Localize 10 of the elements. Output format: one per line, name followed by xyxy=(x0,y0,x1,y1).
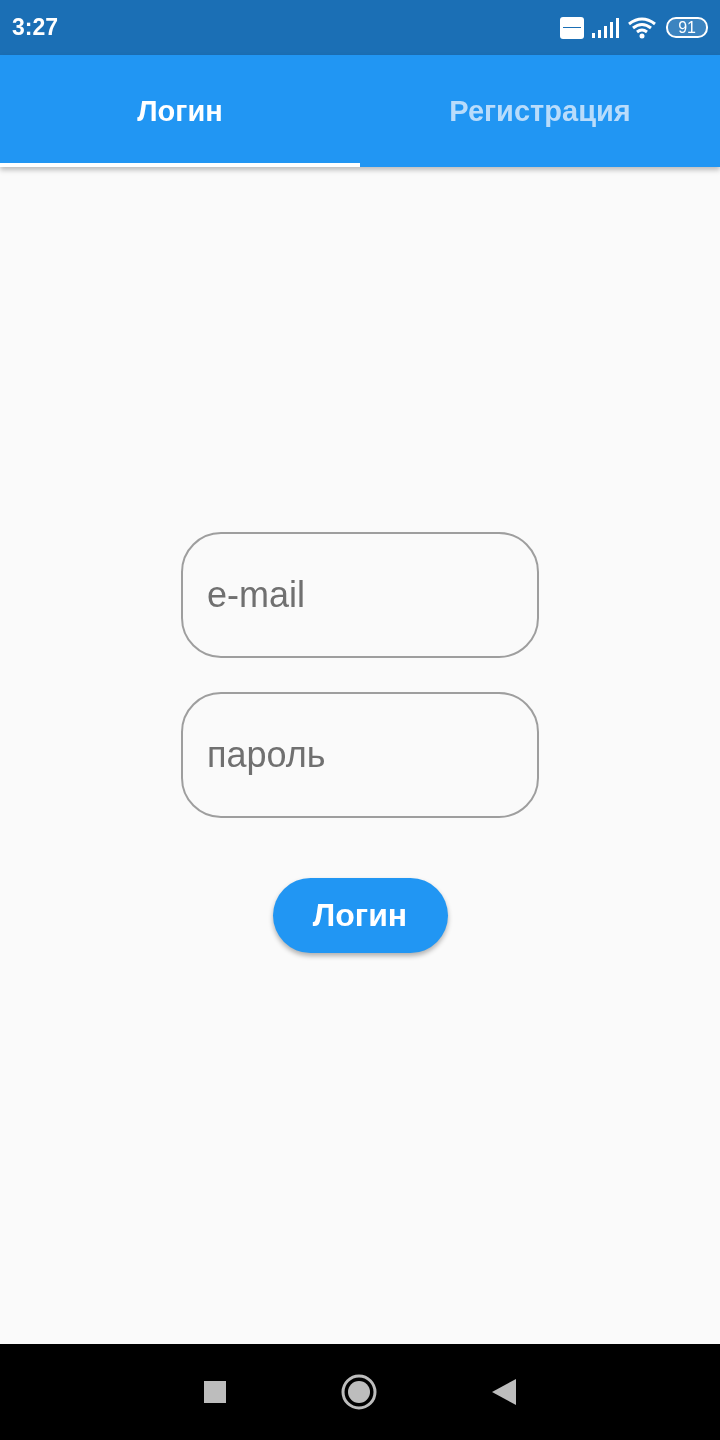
battery-indicator: 91 xyxy=(666,17,708,38)
clock-time: 3:27 xyxy=(12,14,59,41)
signal-icon xyxy=(592,17,621,38)
home-icon[interactable] xyxy=(341,1374,377,1410)
back-icon[interactable] xyxy=(492,1379,516,1405)
input-field[interactable]: e-mail xyxy=(181,532,539,658)
tab[interactable]: Логин xyxy=(0,55,360,167)
login-button[interactable]: Логин xyxy=(272,878,448,953)
input-field[interactable]: пароль xyxy=(181,692,539,818)
tab[interactable]: Регистрация xyxy=(360,55,720,167)
